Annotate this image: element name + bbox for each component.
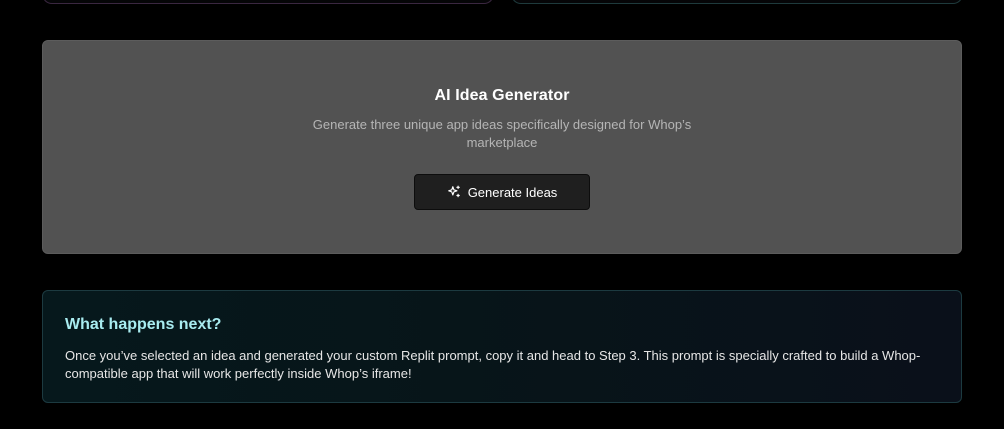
generate-ideas-button[interactable]: Generate Ideas [414,174,590,210]
generator-description: Generate three unique app ideas specific… [312,117,692,150]
generator-title: AI Idea Generator [434,87,570,104]
ai-idea-generator-card: AI Idea Generator Generate three unique … [42,40,962,254]
page: AI Idea Generator Generate three unique … [0,0,1004,429]
info-body: Once you’ve selected an idea and generat… [65,348,921,381]
generate-ideas-label: Generate Ideas [467,184,558,200]
info-title: What happens next? [65,316,222,333]
sparkles-icon [447,185,461,199]
top-card-right [511,0,963,4]
top-card-left [42,0,494,4]
what-happens-next-card: What happens next? Once you’ve selected … [42,290,962,403]
